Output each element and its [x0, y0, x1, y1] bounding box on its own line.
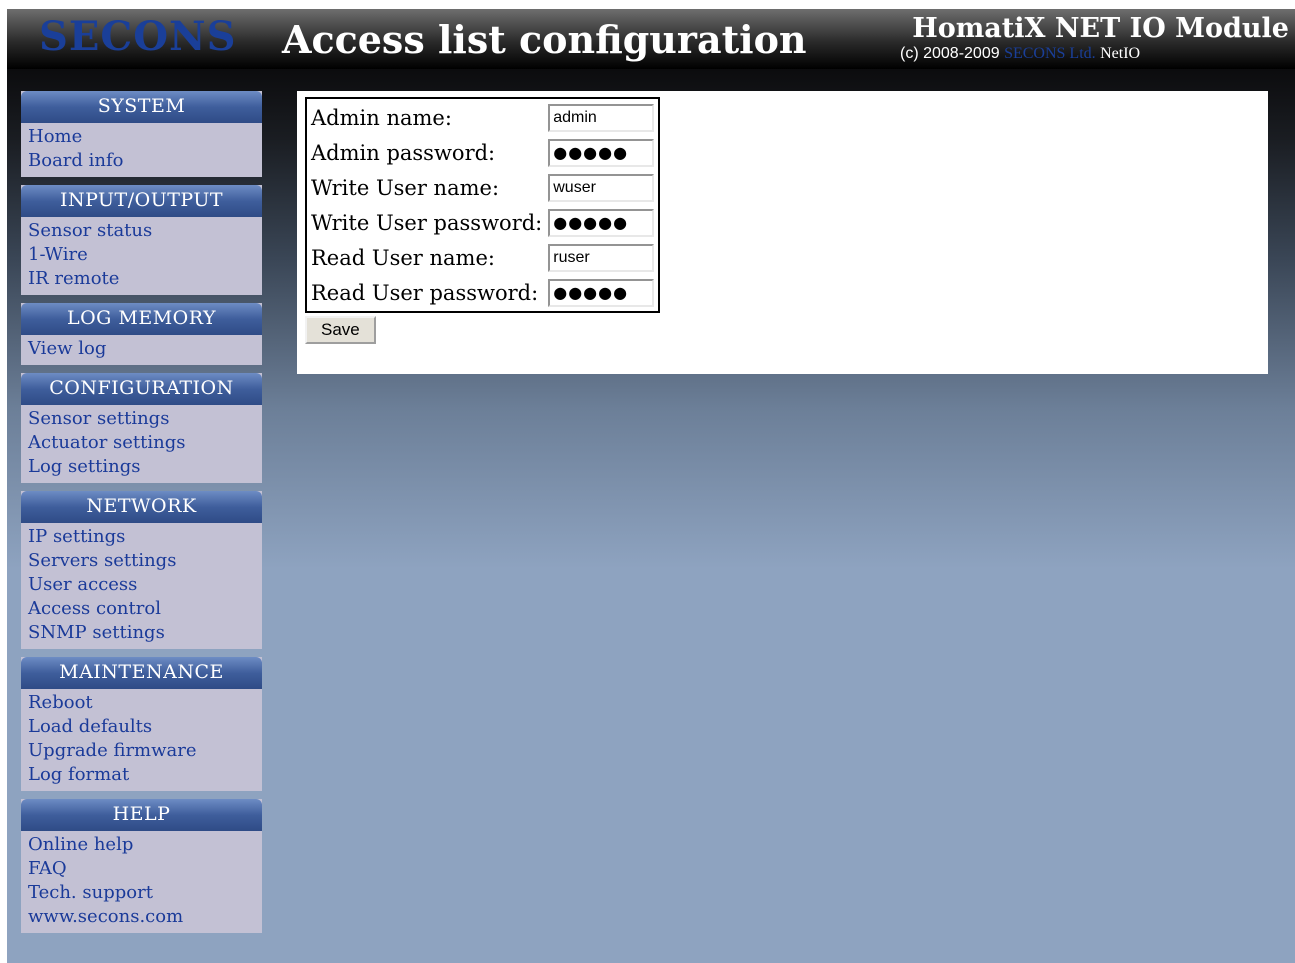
menu-section-input-output: INPUT/OUTPUT Sensor status 1-Wire IR remote	[21, 185, 262, 295]
menu-items: Online help FAQ Tech. support www.secons.co…	[21, 831, 262, 933]
sidebar-item-upgrade-firmware[interactable]: Upgrade firmware	[28, 739, 262, 763]
sidebar-item-log-settings[interactable]: Log settings	[28, 455, 262, 479]
sidebar-item-user-access[interactable]: User access	[28, 573, 262, 597]
sidebar-item-actuator-settings[interactable]: Actuator settings	[28, 431, 262, 455]
admin-name-input[interactable]	[548, 103, 655, 132]
field-cell	[546, 171, 656, 204]
copyright-product: NetIO	[1100, 45, 1141, 62]
read-user-password-input[interactable]	[548, 278, 655, 307]
field-label: Read User name:	[311, 245, 495, 270]
sidebar-item-sensor-status[interactable]: Sensor status	[28, 219, 262, 243]
module-title: HomatiX NET IO Module	[912, 13, 1289, 44]
menu-section-title: CONFIGURATION	[21, 373, 262, 405]
sidebar-item-load-defaults[interactable]: Load defaults	[28, 715, 262, 739]
menu-section-maintenance: MAINTENANCE Reboot Load defaults Upgrade fi…	[21, 657, 262, 791]
menu-items: Reboot Load defaults Upgrade firmware Log f…	[21, 689, 262, 791]
sidebar-item-faq[interactable]: FAQ	[28, 857, 262, 881]
sidebar-item-board-info[interactable]: Board info	[28, 149, 262, 173]
field-label: Read User password:	[311, 280, 539, 305]
save-button[interactable]: Save	[305, 316, 376, 344]
sidebar-item-access-control[interactable]: Access control	[28, 597, 262, 621]
page-frame: SECONS Access list configuration HomatiX…	[7, 9, 1295, 963]
page-title: Access list configuration	[282, 17, 807, 62]
field-label: Write User password:	[311, 210, 543, 235]
sidebar-item-snmp-settings[interactable]: SNMP settings	[28, 621, 262, 645]
header-bar: SECONS Access list configuration HomatiX…	[7, 9, 1295, 69]
form-row: Admin name:	[309, 101, 656, 134]
copyright-line: (c) 2008-2009 SECONS Ltd. NetIO	[900, 45, 1140, 63]
sidebar-item-log-format[interactable]: Log format	[28, 763, 262, 787]
menu-section-system: SYSTEM Home Board info	[21, 91, 262, 177]
menu-section-configuration: CONFIGURATION Sensor settings Actuator set…	[21, 373, 262, 483]
content-panel: Admin name: Admin password: Write User nam…	[297, 91, 1268, 374]
menu-items: Sensor settings Actuator settings Log sett…	[21, 405, 262, 483]
menu-section-help: HELP Online help FAQ Tech. support www.secon…	[21, 799, 262, 933]
sidebar-menu: SYSTEM Home Board info INPUT/OUTPUT Sensor s…	[21, 91, 262, 941]
sidebar-item-view-log[interactable]: View log	[28, 337, 262, 361]
sidebar-item-sensor-settings[interactable]: Sensor settings	[28, 407, 262, 431]
menu-section-network: NETWORK IP settings Servers settings User a…	[21, 491, 262, 649]
menu-section-title: HELP	[21, 799, 262, 831]
form-row: Read User password:	[309, 276, 656, 309]
secons-logo[interactable]: SECONS	[39, 13, 237, 60]
field-cell	[546, 136, 656, 169]
sidebar-item-servers-settings[interactable]: Servers settings	[28, 549, 262, 573]
field-label: Write User name:	[311, 175, 500, 200]
access-list-form: Admin name: Admin password: Write User nam…	[305, 97, 661, 313]
menu-section-title: LOG MEMORY	[21, 303, 262, 335]
read-user-name-input[interactable]	[548, 243, 655, 272]
sidebar-item-1-wire[interactable]: 1-Wire	[28, 243, 262, 267]
form-row: Admin password:	[309, 136, 656, 169]
menu-section-title: MAINTENANCE	[21, 657, 262, 689]
menu-section-log-memory: LOG MEMORY View log	[21, 303, 262, 365]
menu-section-title: SYSTEM	[21, 91, 262, 123]
menu-section-title: INPUT/OUTPUT	[21, 185, 262, 217]
sidebar-item-ip-settings[interactable]: IP settings	[28, 525, 262, 549]
menu-section-title: NETWORK	[21, 491, 262, 523]
menu-items: IP settings Servers settings User access Ac…	[21, 523, 262, 649]
copyright-company-link[interactable]: SECONS Ltd.	[1004, 45, 1096, 62]
sidebar-item-home[interactable]: Home	[28, 125, 262, 149]
sidebar-item-reboot[interactable]: Reboot	[28, 691, 262, 715]
form-row: Write User name:	[309, 171, 656, 204]
field-cell	[546, 241, 656, 274]
menu-items: View log	[21, 335, 262, 365]
field-cell	[546, 101, 656, 134]
field-cell	[546, 276, 656, 309]
field-cell	[546, 206, 656, 239]
sidebar-item-tech-support[interactable]: Tech. support	[28, 881, 262, 905]
field-label: Admin password:	[311, 140, 496, 165]
sidebar-item-ir-remote[interactable]: IR remote	[28, 267, 262, 291]
menu-items: Home Board info	[21, 123, 262, 177]
menu-items: Sensor status 1-Wire IR remote	[21, 217, 262, 295]
sidebar-item-www-secons-com[interactable]: www.secons.com	[28, 905, 262, 929]
admin-password-input[interactable]	[548, 138, 655, 167]
form-row: Read User name:	[309, 241, 656, 274]
form-row: Write User password:	[309, 206, 656, 239]
sidebar-item-online-help[interactable]: Online help	[28, 833, 262, 857]
copyright-years: (c) 2008-2009	[900, 45, 1000, 62]
write-user-password-input[interactable]	[548, 208, 655, 237]
write-user-name-input[interactable]	[548, 173, 655, 202]
field-label: Admin name:	[311, 105, 452, 130]
